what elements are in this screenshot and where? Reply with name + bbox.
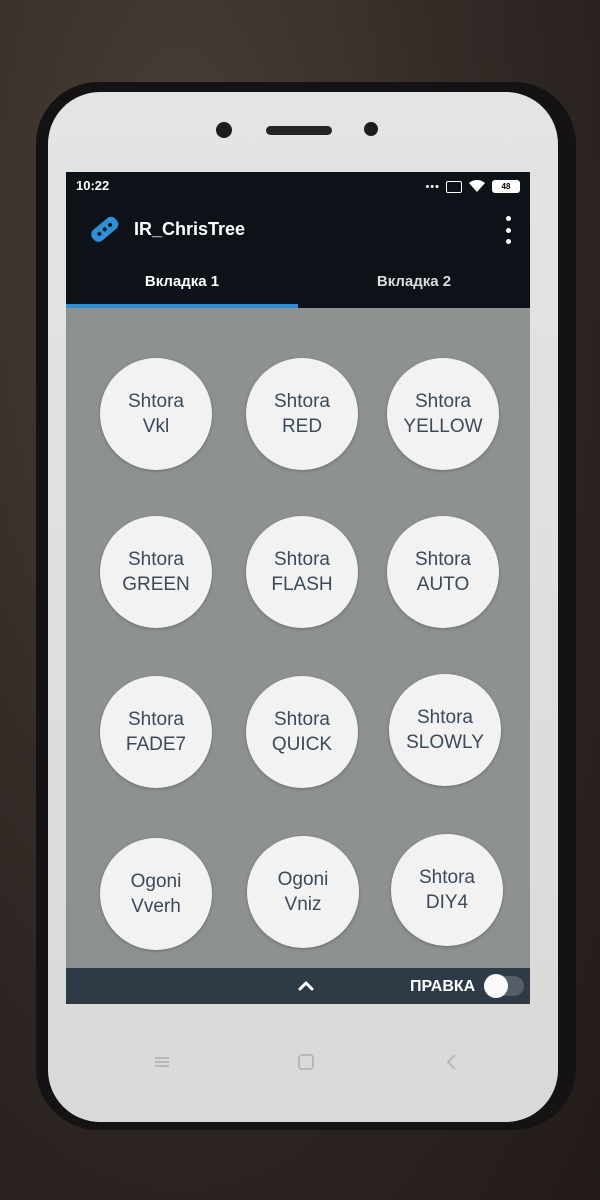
bottom-bar: ПРАВКА [66,968,530,1004]
button-label-line1: Shtora [419,867,475,888]
front-camera-icon [216,122,232,138]
earpiece-speaker [266,126,332,135]
ir-button-ogoni-vniz[interactable]: Ogoni Vniz [247,836,359,948]
button-label-line2: Vkl [142,416,170,437]
button-label-line1: Shtora [417,707,473,728]
tab-2[interactable]: Вкладка 2 [298,264,530,308]
button-label-line2: Vniz [284,894,322,915]
ir-button-shtora-auto[interactable]: Shtora AUTO [387,516,499,628]
button-label-line2: DIY4 [425,892,469,913]
button-label-line2: YELLOW [403,416,483,437]
app-toolbar: IR_ChrisTree [66,202,530,258]
home-icon[interactable] [294,1050,318,1074]
status-bar: 10:22 ••• 48 [66,172,530,202]
menu-icon[interactable] [150,1050,174,1074]
button-label-line2: FLASH [271,574,333,595]
button-label-line1: Shtora [128,549,184,570]
ir-button-shtora-quick[interactable]: Shtora QUICK [246,676,358,788]
toggle-knob[interactable] [484,974,508,998]
tab-1[interactable]: Вкладка 1 [66,264,298,308]
button-label-line1: Shtora [274,391,330,412]
button-label-line1: Shtora [415,549,471,570]
button-label-line1: Shtora [128,391,184,412]
edit-mode-toggle[interactable] [484,974,524,998]
status-icons: ••• 48 [425,180,520,193]
button-label-line1: Shtora [274,549,330,570]
app-header: 10:22 ••• 48 IR_ChrisTree Вкладка 1 Вкла… [66,172,530,308]
button-label-line2: SLOWLY [406,732,484,753]
button-label-line2: Vverh [131,896,181,917]
signal-dots-icon: ••• [425,180,440,193]
button-label-line2: QUICK [271,734,333,755]
ir-button-shtora-red[interactable]: Shtora RED [246,358,358,470]
ir-button-shtora-green[interactable]: Shtora GREEN [100,516,212,628]
battery-icon: 48 [492,180,520,193]
button-label-line1: Ogoni [277,869,329,890]
status-time: 10:22 [76,178,110,193]
proximity-sensor-icon [364,122,378,136]
button-label-line2: RED [281,416,323,437]
edit-mode-label: ПРАВКА [410,978,476,995]
button-label-line1: Shtora [415,391,471,412]
ir-button-shtora-slowly[interactable]: Shtora SLOWLY [389,674,501,786]
back-icon[interactable] [440,1050,464,1074]
tab-bar: Вкладка 1 Вкладка 2 [66,264,530,308]
button-label-line2: FADE7 [125,734,187,755]
button-label-line1: Ogoni [130,871,182,892]
ir-button-shtora-diy4[interactable]: Shtora DIY4 [391,834,503,946]
ir-button-grid: Shtora Vkl Shtora RED Shtora YELLOW Shto… [66,308,530,954]
button-label-line1: Shtora [128,709,184,730]
device-screen: 10:22 ••• 48 IR_ChrisTree Вкладка 1 Вкла… [66,172,530,1004]
more-vert-icon[interactable] [500,216,516,244]
ir-button-shtora-vkl[interactable]: Shtora Vkl [100,358,212,470]
wifi-icon [468,180,486,193]
app-title: IR_ChrisTree [134,219,246,239]
chevron-up-icon[interactable] [294,974,318,998]
ir-button-ogoni-vverh[interactable]: Ogoni Vverh [100,838,212,950]
sim-card-icon [446,180,462,193]
button-label-line2: GREEN [122,574,190,595]
remote-control-icon [84,212,124,248]
ir-button-shtora-flash[interactable]: Shtora FLASH [246,516,358,628]
button-label-line2: AUTO [416,574,470,595]
ir-button-shtora-fade7[interactable]: Shtora FADE7 [100,676,212,788]
ir-button-shtora-yellow[interactable]: Shtora YELLOW [387,358,499,470]
button-label-line1: Shtora [274,709,330,730]
